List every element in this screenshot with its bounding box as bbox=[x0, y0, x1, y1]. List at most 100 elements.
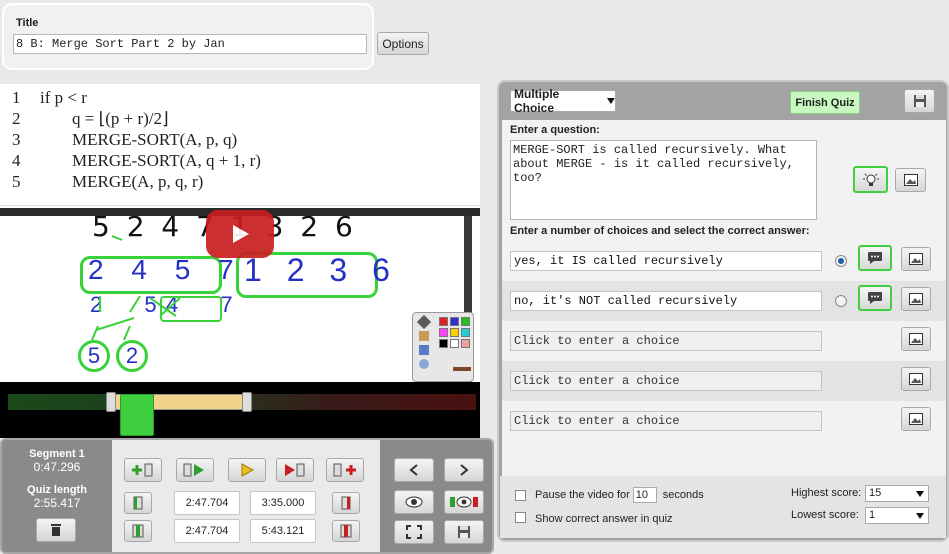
video-seekbar[interactable] bbox=[0, 382, 480, 438]
choice-image-button[interactable] bbox=[901, 247, 931, 271]
highest-score-label: Highest score: bbox=[791, 487, 862, 499]
playhead-handle[interactable] bbox=[120, 394, 154, 436]
shape-tool-icon[interactable] bbox=[419, 359, 429, 369]
marker-tool-icon[interactable] bbox=[419, 331, 429, 341]
fullscreen-button[interactable] bbox=[394, 520, 434, 544]
preview-segment-button[interactable] bbox=[444, 490, 484, 514]
pause-checkbox[interactable] bbox=[515, 490, 526, 501]
choice-row: yes, it IS called recursively bbox=[502, 241, 946, 281]
highest-score-select[interactable]: 15 bbox=[865, 485, 929, 502]
dropdown-arrow-icon bbox=[607, 98, 615, 104]
play-end-icon bbox=[285, 463, 305, 477]
pseudocode-line: 4 MERGE-SORT(A, q + 1, r) bbox=[12, 151, 261, 171]
choice-row: Click to enter a choice bbox=[502, 321, 946, 361]
pen-tool-icon[interactable] bbox=[416, 314, 432, 330]
segment-start-time-field[interactable]: 2:47.704 bbox=[174, 491, 240, 515]
image-icon bbox=[909, 333, 923, 345]
preview-button[interactable] bbox=[394, 490, 434, 514]
quiz-length-value: 2:55.417 bbox=[33, 496, 81, 510]
quiz-end-time-field[interactable]: 5:43.121 bbox=[250, 519, 316, 543]
pseudocode-line: 3 MERGE-SORT(A, p, q) bbox=[12, 130, 237, 150]
finish-quiz-label: Finish Quiz bbox=[795, 96, 855, 109]
question-type-select[interactable]: Multiple Choice bbox=[510, 87, 616, 115]
choice-input[interactable]: Click to enter a choice bbox=[510, 411, 822, 431]
image-icon bbox=[903, 174, 918, 186]
color-swatch[interactable] bbox=[439, 339, 448, 348]
speech-bubble-icon bbox=[868, 292, 882, 304]
play-start-icon bbox=[183, 463, 204, 477]
color-swatch[interactable] bbox=[450, 339, 459, 348]
quiz-start-time-field[interactable]: 2:47.704 bbox=[174, 519, 240, 543]
play-icon bbox=[233, 225, 249, 243]
fullscreen-icon bbox=[406, 525, 422, 539]
save-segment-button[interactable] bbox=[444, 520, 484, 544]
color-swatch[interactable] bbox=[439, 328, 448, 337]
image-icon bbox=[909, 373, 923, 385]
show-correct-checkbox[interactable] bbox=[515, 512, 526, 523]
chevron-left-icon bbox=[409, 464, 418, 476]
play-from-start-button[interactable] bbox=[176, 458, 214, 482]
marker-start-icon bbox=[133, 496, 143, 510]
title-input[interactable]: 8 B: Merge Sort Part 2 by Jan bbox=[13, 34, 367, 54]
save-quiz-button[interactable] bbox=[904, 89, 935, 113]
add-segment-end-button[interactable] bbox=[326, 458, 364, 482]
choice-radio[interactable] bbox=[835, 295, 847, 307]
options-button-label: Options bbox=[382, 36, 424, 51]
segment-end-handle[interactable] bbox=[242, 392, 252, 412]
choice-radio[interactable] bbox=[835, 255, 847, 267]
pseudocode-line: 2 q = ⌊(p + r)/2⌋ bbox=[12, 109, 169, 129]
quiz-start-button[interactable] bbox=[124, 520, 152, 542]
pause-row: Pause the video for 10 seconds bbox=[535, 487, 704, 503]
color-swatch[interactable] bbox=[461, 328, 470, 337]
pause-label: Pause the video for bbox=[535, 489, 630, 501]
eraser-tool-icon[interactable] bbox=[419, 345, 429, 355]
next-segment-button[interactable] bbox=[444, 458, 484, 482]
color-swatch[interactable] bbox=[461, 339, 470, 348]
choice-image-button[interactable] bbox=[901, 407, 931, 431]
color-swatch[interactable] bbox=[450, 317, 459, 326]
pseudocode-block: 1 if p < r 2 q = ⌊(p + r)/2⌋ 3 MERGE-SORT(A… bbox=[0, 84, 480, 206]
quiz-end-button[interactable] bbox=[332, 520, 360, 542]
finish-quiz-button[interactable]: Finish Quiz bbox=[790, 91, 860, 114]
choice-input[interactable]: no, it's NOT called recursively bbox=[510, 291, 822, 311]
feedback-button[interactable] bbox=[858, 245, 892, 271]
choice-image-button[interactable] bbox=[901, 287, 931, 311]
play-to-end-button[interactable] bbox=[276, 458, 314, 482]
color-swatch[interactable] bbox=[439, 317, 448, 326]
video-area[interactable]: 1 if p < r 2 q = ⌊(p + r)/2⌋ 3 MERGE-SORT(A… bbox=[0, 84, 480, 438]
floppy-disk-icon bbox=[458, 526, 470, 538]
play-segment-button[interactable] bbox=[228, 458, 266, 482]
color-swatch[interactable] bbox=[461, 317, 470, 326]
play-button[interactable] bbox=[206, 210, 274, 258]
options-button[interactable]: Options bbox=[377, 32, 429, 55]
segment-start-handle[interactable] bbox=[106, 392, 116, 412]
line-text: MERGE-SORT(A, p, q) bbox=[72, 130, 238, 149]
choice-image-button[interactable] bbox=[901, 367, 931, 391]
image-icon bbox=[909, 253, 923, 265]
choice-input[interactable]: Click to enter a choice bbox=[510, 371, 822, 391]
eye-segment-icon bbox=[450, 496, 478, 508]
add-segment-start-button[interactable] bbox=[124, 458, 162, 482]
delete-segment-button[interactable] bbox=[36, 518, 76, 542]
lowest-score-select[interactable]: 1 bbox=[865, 507, 929, 524]
pause-seconds-input[interactable]: 10 bbox=[632, 487, 657, 503]
drawing-palette bbox=[412, 312, 474, 382]
question-image-button[interactable] bbox=[895, 168, 926, 192]
hint-button[interactable] bbox=[853, 166, 888, 193]
choice-input[interactable]: Click to enter a choice bbox=[510, 331, 822, 351]
image-icon bbox=[909, 413, 923, 425]
lowest-score-label: Lowest score: bbox=[791, 509, 859, 521]
color-swatch[interactable] bbox=[450, 328, 459, 337]
prev-segment-button[interactable] bbox=[394, 458, 434, 482]
question-textarea[interactable]: MERGE-SORT is called recursively. What a… bbox=[510, 140, 817, 220]
segment-end-time-field[interactable]: 3:35.000 bbox=[250, 491, 316, 515]
feedback-button[interactable] bbox=[858, 285, 892, 311]
set-start-button[interactable] bbox=[124, 492, 152, 514]
line-width-bar[interactable] bbox=[453, 367, 471, 371]
choice-image-button[interactable] bbox=[901, 327, 931, 351]
line-text: MERGE-SORT(A, q + 1, r) bbox=[72, 151, 261, 170]
choice-input[interactable]: yes, it IS called recursively bbox=[510, 251, 822, 271]
set-end-button[interactable] bbox=[332, 492, 360, 514]
quiz-start-icon bbox=[132, 524, 144, 538]
line-text: MERGE(A, p, q, r) bbox=[72, 172, 204, 191]
